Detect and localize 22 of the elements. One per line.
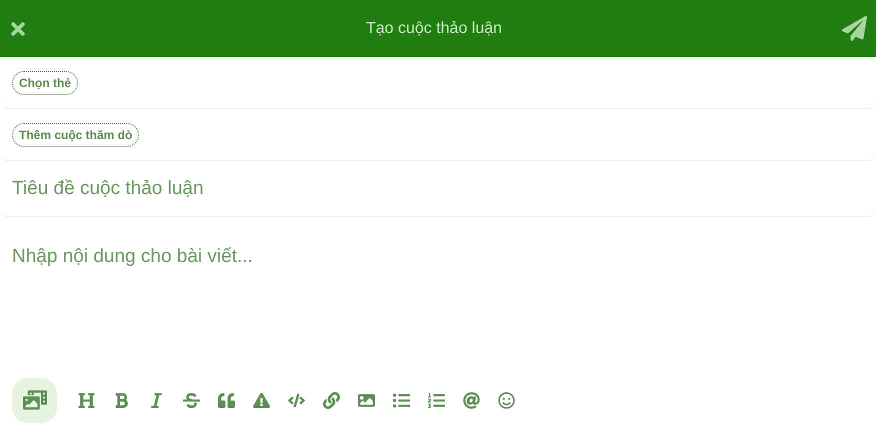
numbered-list-icon [428,392,445,408]
bold-icon [113,392,130,408]
at-icon [463,392,480,408]
smiley-icon [498,392,515,408]
code-icon [288,392,305,408]
poll-button[interactable]: Thêm cuộc thăm dò [12,122,140,146]
send-button[interactable] [840,14,868,42]
warning-icon [253,392,270,408]
send-icon [842,16,866,41]
bullet-list-icon [393,392,410,408]
image-icon [358,392,375,408]
photos-icon [22,388,46,412]
italic-icon [148,392,165,408]
strikethrough-icon [183,392,200,408]
body-field[interactable]: Nhập nội dung cho bài viết... [0,217,876,374]
header-title: Tạo cuộc thảo luận [364,18,504,38]
media-button[interactable] [12,378,57,422]
title-field[interactable]: Tiêu đề cuộc thảo luận [0,161,876,217]
tags-button[interactable]: Chọn thẻ [12,70,78,94]
quote-icon [218,392,235,408]
heading-icon [78,392,95,408]
link-icon [323,392,340,408]
